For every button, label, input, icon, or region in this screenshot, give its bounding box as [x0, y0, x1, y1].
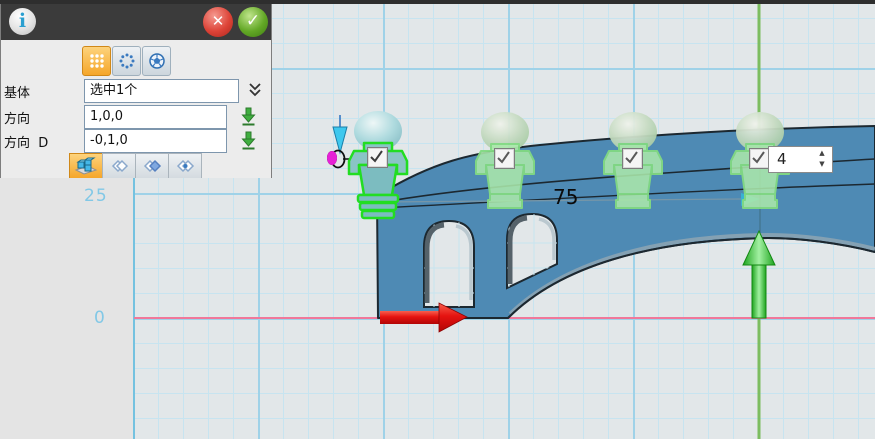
- ok-button[interactable]: ✓: [238, 7, 268, 37]
- app-window: 25 0 75: [0, 0, 875, 439]
- spinner-buttons[interactable]: ▲▼: [815, 148, 829, 170]
- top-bar: [0, 0, 875, 4]
- tab-pattern-cubes[interactable]: [69, 153, 103, 178]
- bridge-window-1: [420, 215, 478, 310]
- pattern-original-pawn[interactable]: [346, 110, 410, 220]
- white-blue-diamond-icon: [141, 158, 163, 174]
- blue-down-arrow-icon: [333, 127, 347, 153]
- check-icon: [368, 148, 385, 165]
- pattern-length-dimension: 75: [553, 185, 578, 209]
- pattern-dialog: i ✕ ✓: [0, 4, 272, 178]
- tab-mirror-dot-diamond[interactable]: [168, 153, 202, 178]
- info-icon: i: [9, 8, 36, 35]
- linear-pattern-button[interactable]: [82, 46, 111, 76]
- pattern-preview-pawn[interactable]: [473, 112, 537, 210]
- base-selection-field[interactable]: 选中1个: [84, 79, 239, 103]
- direction2-field[interactable]: -0,1,0: [84, 129, 227, 153]
- check-icon: [495, 149, 512, 166]
- occurrence-checkbox[interactable]: [622, 148, 643, 169]
- check-icon: [623, 149, 640, 166]
- dot-diamond-icon: [174, 158, 196, 174]
- occurrence-count-spinbox[interactable]: 4 ▲▼: [768, 146, 833, 173]
- tab-mirror-double-diamond[interactable]: [102, 153, 136, 178]
- axis-label-0: 0: [94, 308, 106, 328]
- pick-direction-arrow-icon[interactable]: [240, 106, 257, 126]
- y-direction-drag-arrow[interactable]: [743, 231, 775, 318]
- occurrence-checkbox[interactable]: [749, 148, 770, 169]
- cancel-button[interactable]: ✕: [203, 7, 233, 37]
- direction-label: 方向: [4, 108, 30, 127]
- polar-pattern-button[interactable]: [112, 46, 141, 76]
- direction2-label: 方向 D: [4, 132, 48, 151]
- occurrence-checkbox[interactable]: [494, 148, 515, 169]
- spin-up-icon[interactable]: ▲: [815, 148, 829, 159]
- direction-field[interactable]: 1,0,0: [84, 105, 227, 129]
- occurrence-count-value: 4: [777, 150, 787, 168]
- base-label: 基体: [4, 82, 30, 101]
- origin-point-icon: [327, 151, 337, 165]
- dotted-circle-icon: [119, 53, 135, 69]
- spin-down-icon[interactable]: ▼: [815, 159, 829, 170]
- double-diamond-icon: [108, 158, 130, 174]
- grid-dots-icon: [89, 53, 105, 69]
- pick-direction2-arrow-icon[interactable]: [240, 130, 257, 150]
- pattern-preview-pawn[interactable]: [601, 112, 665, 210]
- dialog-body: 基体 选中1个 方向 1,0,0 方向 D -0,1,0: [1, 40, 271, 178]
- axis-label-25: 25: [84, 186, 108, 206]
- tab-mirror-blue-diamond[interactable]: [135, 153, 169, 178]
- dialog-title-bar[interactable]: i ✕ ✓: [1, 4, 271, 40]
- sphere-icon: [148, 52, 166, 70]
- check-icon: [750, 149, 767, 166]
- sphere-pattern-button[interactable]: [142, 46, 171, 76]
- occurrence-checkbox[interactable]: [367, 147, 388, 168]
- cubes-array-icon: [74, 157, 98, 175]
- chevron-double-down-icon[interactable]: [247, 80, 263, 100]
